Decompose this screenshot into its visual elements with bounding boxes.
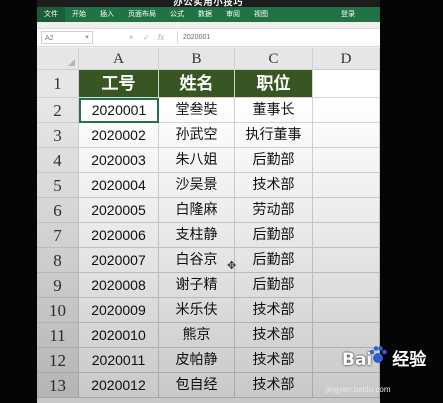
empty-cell[interactable] — [313, 70, 380, 98]
row-header[interactable]: 11 — [37, 323, 79, 348]
excel-window: 办公实用小技巧 文件 开始 插入 页面布局 公式 数据 审阅 视图 登录 A2 … — [37, 0, 380, 403]
table-cell[interactable]: 孙武空 — [159, 123, 235, 148]
table-cell[interactable]: 2020002 — [79, 123, 159, 148]
row-header[interactable]: 5 — [37, 173, 79, 198]
row-header[interactable]: 2 — [37, 98, 79, 123]
empty-cell[interactable] — [313, 148, 380, 173]
table-cell[interactable]: 2020004 — [79, 173, 159, 198]
table-cell[interactable]: 技术部 — [235, 298, 313, 323]
table-cell[interactable]: 技术部 — [235, 323, 313, 348]
table-cell[interactable]: 2020001 — [79, 98, 159, 123]
table-cell[interactable]: 2020007 — [79, 248, 159, 273]
table-cell[interactable]: 皮帕静 — [159, 348, 235, 373]
tab-data[interactable]: 数据 — [191, 7, 219, 22]
empty-cell[interactable] — [313, 123, 380, 148]
table-cell[interactable]: 后勤部 — [235, 148, 313, 173]
move-cursor-icon: ✥ — [227, 260, 237, 272]
row-header[interactable]: 10 — [37, 298, 79, 323]
left-letterbox — [0, 0, 37, 403]
ribbon-tabs: 文件 开始 插入 页面布局 公式 数据 审阅 视图 登录 — [37, 7, 380, 22]
table-cell[interactable]: 朱八姐 — [159, 148, 235, 173]
row-header[interactable]: 7 — [37, 223, 79, 248]
header-cell[interactable]: 工号 — [79, 70, 159, 98]
tab-home[interactable]: 开始 — [65, 7, 93, 22]
table-cell[interactable]: 堂叁奘 — [159, 98, 235, 123]
table-cell[interactable]: 董事长 — [235, 98, 313, 123]
table-cell[interactable]: 2020011 — [79, 348, 159, 373]
table-cell[interactable]: 技术部 — [235, 348, 313, 373]
table-cell[interactable]: 执行董事 — [235, 123, 313, 148]
empty-cell[interactable] — [313, 98, 380, 123]
table-cell[interactable]: 2020006 — [79, 223, 159, 248]
table-cell[interactable]: 后勤部 — [235, 223, 313, 248]
select-all-corner[interactable] — [37, 48, 79, 70]
row-header[interactable]: 6 — [37, 198, 79, 223]
empty-cell[interactable] — [313, 173, 380, 198]
table-cell[interactable]: 支柱静 — [159, 223, 235, 248]
row-header[interactable]: 3 — [37, 123, 79, 148]
baidu-jingyan-watermark: Bai 经验 jingyan.baidu.com — [326, 345, 432, 403]
table-cell[interactable]: 沙吴景 — [159, 173, 235, 198]
tab-view[interactable]: 视图 — [247, 7, 275, 22]
enter-icon[interactable]: ✓ — [143, 31, 150, 44]
cancel-icon[interactable]: × — [129, 31, 134, 44]
tab-page-layout[interactable]: 页面布局 — [121, 7, 163, 22]
row-header[interactable]: 12 — [37, 348, 79, 373]
empty-cell[interactable] — [313, 223, 380, 248]
row-header[interactable]: 4 — [37, 148, 79, 173]
watermark-brand-right: 经验 — [392, 350, 427, 370]
video-title-banner: 办公实用小技巧 — [37, 0, 380, 7]
row-header[interactable]: 13 — [37, 373, 79, 398]
row-header[interactable]: 1 — [37, 70, 79, 98]
right-letterbox — [380, 0, 443, 403]
table-cell[interactable]: 2020010 — [79, 323, 159, 348]
name-box[interactable]: A2 ▼ — [41, 31, 93, 44]
table-cell[interactable]: 2020009 — [79, 298, 159, 323]
column-header[interactable]: D — [313, 48, 380, 70]
chevron-down-icon[interactable]: ▼ — [84, 32, 90, 45]
column-header[interactable]: B — [159, 48, 235, 70]
watermark-url: jingyan.baidu.com — [326, 385, 391, 394]
table-cell[interactable]: 后勤部 — [235, 273, 313, 298]
table-cell[interactable]: 2020005 — [79, 198, 159, 223]
empty-cell[interactable] — [313, 198, 380, 223]
tab-insert[interactable]: 插入 — [93, 7, 121, 22]
table-cell[interactable]: 2020008 — [79, 273, 159, 298]
formula-divider — [177, 31, 178, 44]
table-cell[interactable]: 白隆麻 — [159, 198, 235, 223]
video-frame: 办公实用小技巧 文件 开始 插入 页面布局 公式 数据 审阅 视图 登录 A2 … — [0, 0, 443, 403]
header-cell[interactable]: 姓名 — [159, 70, 235, 98]
table-cell[interactable]: 熊京 — [159, 323, 235, 348]
table-cell[interactable]: 劳动部 — [235, 198, 313, 223]
column-header[interactable]: A — [79, 48, 159, 70]
paw-icon — [369, 346, 387, 363]
table-cell[interactable]: 2020003 — [79, 148, 159, 173]
empty-cell[interactable] — [313, 273, 380, 298]
login-link[interactable]: 登录 — [334, 7, 362, 22]
table-cell[interactable]: 后勤部 — [235, 248, 313, 273]
table-cell[interactable]: 谢子精 — [159, 273, 235, 298]
table-cell[interactable]: 技术部 — [235, 373, 313, 398]
table-cell[interactable]: 白谷京 — [159, 248, 235, 273]
tab-formulas[interactable]: 公式 — [163, 7, 191, 22]
tab-review[interactable]: 审阅 — [219, 7, 247, 22]
header-cell[interactable]: 职位 — [235, 70, 313, 98]
row-header[interactable]: 8 — [37, 248, 79, 273]
tab-file[interactable]: 文件 — [37, 7, 65, 22]
formula-input[interactable]: 2020001 — [183, 31, 210, 44]
table-cell[interactable]: 米乐伕 — [159, 298, 235, 323]
table-cell[interactable]: 包自经 — [159, 373, 235, 398]
name-box-value: A2 — [45, 35, 54, 42]
empty-cell[interactable] — [313, 248, 380, 273]
fx-icon[interactable]: fx — [158, 31, 164, 44]
table-cell[interactable]: 技术部 — [235, 173, 313, 198]
row-header[interactable]: 9 — [37, 273, 79, 298]
column-header[interactable]: C — [235, 48, 313, 70]
empty-cell[interactable] — [313, 298, 380, 323]
formula-bar: A2 ▼ × ✓ fx 2020001 — [37, 28, 380, 47]
worksheet-grid: A B C D 1 2 3 4 5 6 7 8 9 10 11 12 13 工号 姓名 职位 2020001 堂叁奘 董事长… — [37, 48, 380, 403]
table-cell[interactable]: 2020012 — [79, 373, 159, 398]
